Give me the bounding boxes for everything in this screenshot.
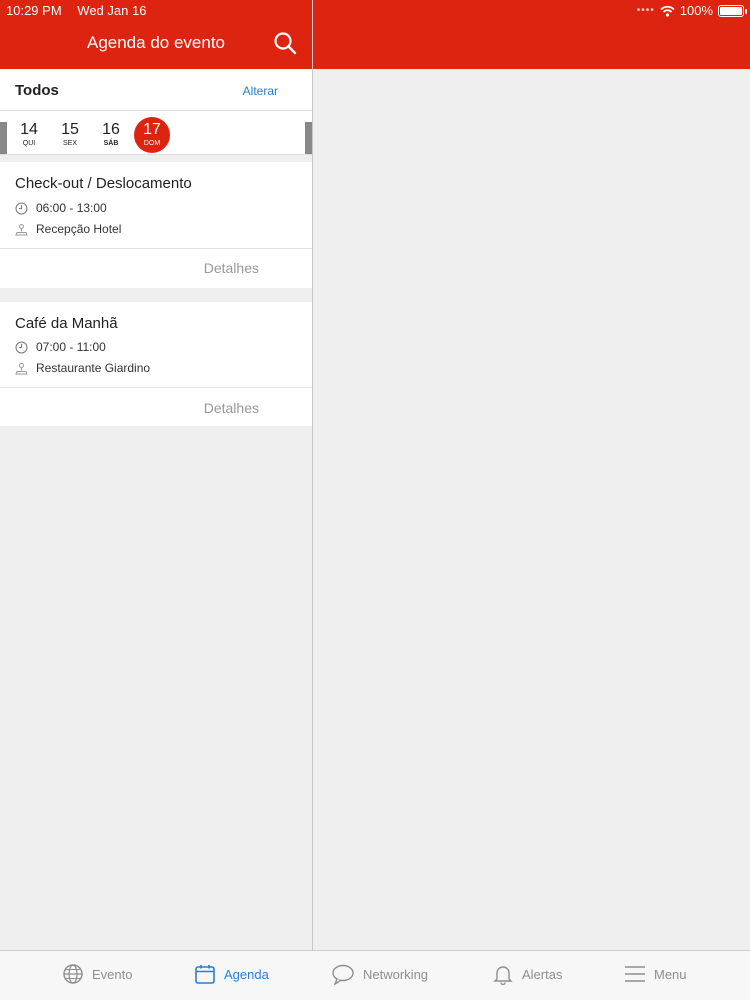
event-title: Café da Manhã	[15, 315, 118, 332]
date-number: 15	[61, 121, 79, 138]
status-bar-right: •••• 100%	[636, 3, 747, 18]
location-pin-icon	[15, 223, 28, 235]
status-bar-left: 10:29 PM Wed Jan 16	[6, 3, 158, 18]
date-item-selected[interactable]: 17 DOM	[134, 117, 170, 153]
date-strip-right-edge	[305, 122, 312, 154]
tab-label: Agenda	[224, 966, 269, 982]
clock-icon	[15, 202, 28, 214]
tab-evento[interactable]: Evento	[62, 963, 132, 985]
event-time-row: 07:00 - 11:00	[15, 340, 106, 354]
event-title: Check-out / Deslocamento	[15, 175, 192, 192]
event-card[interactable]: Check-out / Deslocamento 06:00 - 13:00 R…	[0, 162, 312, 288]
date-weekday: QUI	[22, 140, 36, 147]
date-number: 17	[143, 121, 161, 138]
details-button[interactable]: Detalhes	[204, 260, 259, 276]
event-location: Restaurante Giardino	[36, 361, 151, 375]
status-date: Wed Jan 16	[77, 3, 147, 18]
wifi-icon	[660, 5, 675, 17]
event-location-row: Recepção Hotel	[15, 222, 121, 236]
tab-label: Networking	[363, 966, 429, 982]
date-item[interactable]: 14 QUI	[11, 117, 47, 153]
date-weekday: SEX	[62, 140, 77, 147]
search-icon[interactable]	[272, 30, 298, 56]
event-location-row: Restaurante Giardino	[15, 361, 150, 375]
date-number: 16	[102, 121, 120, 138]
tab-menu[interactable]: Menu	[624, 963, 687, 985]
date-weekday: SÁB	[103, 140, 119, 147]
chat-bubble-icon	[332, 964, 354, 985]
top-bar: 10:29 PM Wed Jan 16 •••• 100% Agenda do …	[0, 0, 750, 69]
filter-row: Todos Alterar	[0, 69, 312, 111]
tab-alertas[interactable]: Alertas	[492, 963, 562, 985]
date-selector: 14 QUI 15 SEX 16 SÁB 17 DOM	[0, 111, 312, 155]
tab-label: Evento	[92, 966, 133, 982]
battery-icon	[718, 4, 747, 17]
tab-networking[interactable]: Networking	[331, 963, 428, 985]
event-card[interactable]: Café da Manhã 07:00 - 11:00 Restaurante …	[0, 302, 312, 426]
card-divider	[0, 248, 312, 249]
location-pin-icon	[15, 362, 28, 374]
battery-percent: 100%	[679, 3, 713, 18]
tab-bar: Evento Agenda Networking Alertas Menu	[0, 950, 750, 1000]
date-item[interactable]: 15 SEX	[52, 117, 88, 153]
details-button[interactable]: Detalhes	[204, 400, 259, 416]
card-divider	[0, 387, 312, 388]
page-title: Agenda do evento	[86, 33, 225, 52]
date-weekday: DOM	[143, 140, 161, 147]
hamburger-icon	[625, 966, 645, 982]
date-strip-left-edge	[0, 122, 7, 154]
clock-icon	[15, 341, 28, 353]
change-filter-button[interactable]: Alterar	[243, 84, 278, 98]
calendar-icon	[195, 965, 215, 984]
tab-agenda[interactable]: Agenda	[194, 963, 269, 985]
bell-icon	[493, 966, 513, 985]
tab-label: Menu	[654, 966, 687, 982]
date-number: 14	[20, 121, 38, 138]
date-item[interactable]: 16 SÁB	[93, 117, 129, 153]
detail-pane	[313, 69, 750, 950]
event-location: Recepção Hotel	[36, 222, 122, 236]
status-time: 10:29 PM	[6, 3, 62, 18]
event-time-row: 06:00 - 13:00	[15, 201, 107, 215]
filter-title: Todos	[15, 82, 59, 99]
tab-label: Alertas	[522, 966, 563, 982]
agenda-list-pane: Todos Alterar 14 QUI 15 SEX 16 SÁB 17 DO…	[0, 69, 312, 950]
event-time: 07:00 - 11:00	[36, 340, 106, 354]
signal-dots-icon: ••••	[636, 5, 655, 16]
globe-icon	[63, 964, 83, 984]
event-time: 06:00 - 13:00	[36, 201, 107, 215]
